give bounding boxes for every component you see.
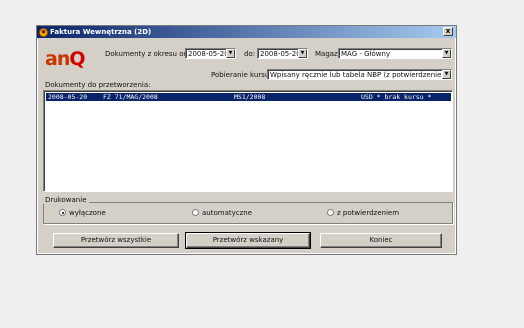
chevron-down-icon[interactable]: ▼ <box>442 49 451 58</box>
logo-accent: Q <box>69 48 85 70</box>
print-group-title: Drukowanie <box>43 196 89 204</box>
date-to-label: do: <box>244 50 256 58</box>
title-bar: ● Faktura Wewnętrzna (2D) x <box>37 26 456 38</box>
date-from-select[interactable]: 2008-05-20 ▼ <box>185 48 236 59</box>
logo-text: an <box>45 48 70 70</box>
rate-value: Wpisany ręcznie lub tabela NBP (z potwie… <box>270 71 451 79</box>
radio-confirm[interactable] <box>327 209 334 216</box>
documents-label: Dokumenty do przetworzenia: <box>45 81 151 89</box>
window-title: Faktura Wewnętrzna (2D) <box>50 28 152 36</box>
logo: anQ <box>45 48 86 70</box>
chevron-down-icon[interactable]: ▼ <box>298 49 307 58</box>
chevron-down-icon[interactable]: ▼ <box>442 70 451 79</box>
invoice-dialog: ● Faktura Wewnętrzna (2D) x anQ Dokument… <box>36 25 457 255</box>
date-to-select[interactable]: 2008-05-20 ▼ <box>257 48 308 59</box>
date-to-value: 2008-05-20 <box>260 50 301 58</box>
radio-auto[interactable] <box>192 209 199 216</box>
row-document: FZ 71/MAG/2008 <box>103 93 158 101</box>
close-icon[interactable]: x <box>443 27 453 36</box>
chevron-down-icon[interactable]: ▼ <box>226 49 235 58</box>
rate-label: Pobieranie kursu: <box>211 71 272 79</box>
row-info: USD * brak kursu * <box>361 93 432 101</box>
radio-off-label[interactable]: wyłączone <box>69 209 106 217</box>
close-button[interactable]: Koniec <box>320 233 442 248</box>
date-from-label: Dokumenty z okresu od: <box>105 50 191 58</box>
warehouse-select[interactable]: MAG - Główny ▼ <box>338 48 452 59</box>
app-icon: ● <box>39 27 48 37</box>
row-ms: MS1/2008 <box>234 93 266 101</box>
row-date: 2008-05-20 <box>48 93 88 101</box>
documents-list[interactable]: 2008-05-20 FZ 71/MAG/2008 MS1/2008 USD *… <box>43 90 453 192</box>
radio-confirm-label[interactable]: z potwierdzeniem <box>337 209 399 217</box>
radio-auto-label[interactable]: automatyczne <box>202 209 252 217</box>
process-all-button[interactable]: Przetwórz wszystkie <box>53 233 179 248</box>
warehouse-value: MAG - Główny <box>341 50 391 58</box>
process-selected-button[interactable]: Przetwórz wskazany <box>185 232 311 249</box>
radio-off[interactable] <box>59 209 66 216</box>
date-from-value: 2008-05-20 <box>188 50 229 58</box>
rate-select[interactable]: Wpisany ręcznie lub tabela NBP (z potwie… <box>267 69 452 80</box>
list-item[interactable]: 2008-05-20 FZ 71/MAG/2008 MS1/2008 USD *… <box>46 93 451 101</box>
